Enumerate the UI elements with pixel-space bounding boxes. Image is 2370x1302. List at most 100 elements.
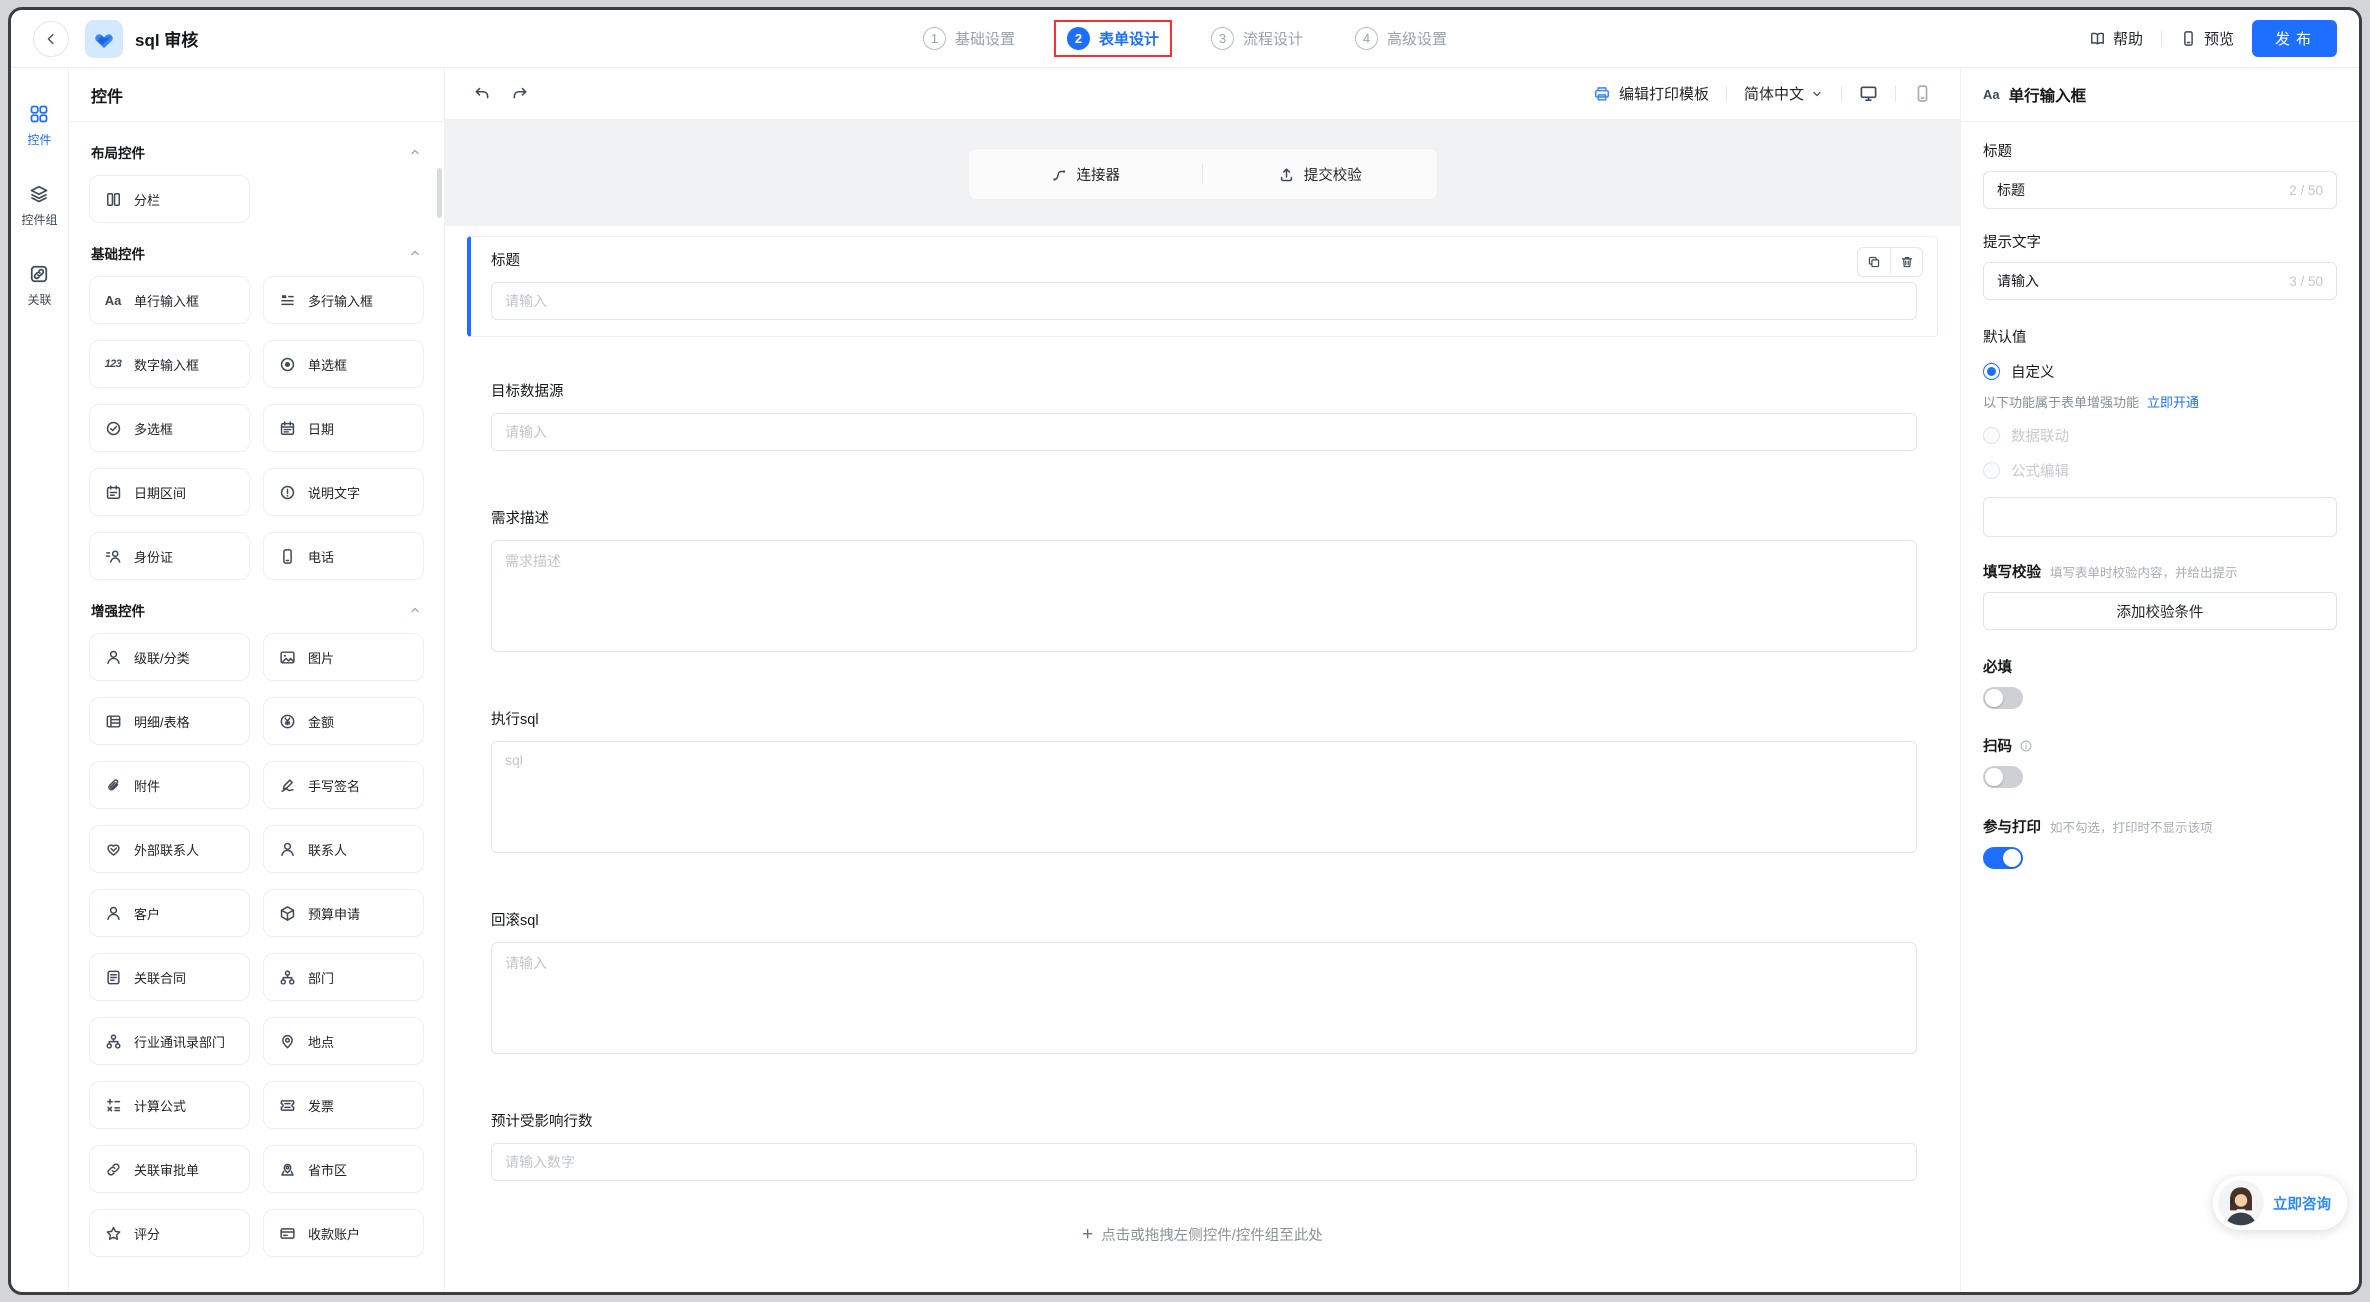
palette-item[interactable]: 多选框 bbox=[89, 404, 250, 452]
palette-item[interactable]: 关联审批单 bbox=[89, 1145, 250, 1193]
mobile-view-icon[interactable] bbox=[1913, 84, 1932, 103]
palette-item[interactable]: 手写签名 bbox=[263, 761, 424, 809]
palette-item-label: 日期 bbox=[308, 419, 334, 438]
radio-custom[interactable]: 自定义 bbox=[1983, 361, 2337, 382]
palette-item[interactable]: 日期区间 bbox=[89, 468, 250, 516]
text-aa-icon: Aa bbox=[103, 293, 123, 308]
palette-item[interactable]: 计算公式 bbox=[89, 1081, 250, 1129]
step-3[interactable]: 3 流程设计 bbox=[1198, 20, 1316, 57]
placeholder: 请输入 bbox=[505, 422, 547, 442]
palette-item[interactable]: 说明文字 bbox=[263, 468, 424, 516]
palette-item[interactable]: 地点 bbox=[263, 1017, 424, 1065]
chevron-up-icon[interactable] bbox=[408, 246, 422, 260]
form-field[interactable]: 执行sql sql bbox=[467, 695, 1938, 870]
undo-icon[interactable] bbox=[473, 85, 491, 103]
step-1[interactable]: 1 基础设置 bbox=[910, 20, 1028, 57]
field-input[interactable]: 请输入 bbox=[491, 282, 1917, 320]
step-4[interactable]: 4 高级设置 bbox=[1342, 20, 1460, 57]
palette-item[interactable]: 身份证 bbox=[89, 532, 250, 580]
palette-item[interactable]: 关联合同 bbox=[89, 953, 250, 1001]
palette-item-label: 行业通讯录部门 bbox=[134, 1032, 225, 1051]
palette-item[interactable]: 发票 bbox=[263, 1081, 424, 1129]
divider bbox=[2161, 30, 2162, 47]
palette-item[interactable]: 客户 bbox=[89, 889, 250, 937]
radio-disabled-icon bbox=[1983, 462, 2000, 479]
palette-item[interactable]: 评分 bbox=[89, 1209, 250, 1257]
org-icon bbox=[103, 1033, 123, 1050]
palette-item[interactable]: 分栏 bbox=[89, 175, 250, 223]
contract-icon bbox=[103, 969, 123, 986]
form-field[interactable]: 目标数据源 请输入 bbox=[467, 367, 1938, 468]
palette-section-title: 基础控件 bbox=[91, 243, 422, 263]
palette-item[interactable]: 图片 bbox=[263, 633, 424, 681]
print-toggle[interactable] bbox=[1983, 847, 2023, 869]
submit-validation-button[interactable]: 提交校验 bbox=[1203, 164, 1437, 185]
publish-button[interactable]: 发布 bbox=[2252, 20, 2337, 57]
connector-button[interactable]: 连接器 bbox=[969, 164, 1203, 185]
palette-item[interactable]: 行业通讯录部门 bbox=[89, 1017, 250, 1065]
desktop-view-icon[interactable] bbox=[1859, 84, 1878, 103]
form-field[interactable]: 预计受影响行数 请输入数字 bbox=[467, 1097, 1938, 1198]
scan-toggle[interactable] bbox=[1983, 766, 2023, 788]
field-input[interactable]: 请输入 bbox=[491, 413, 1917, 451]
palette-section-title: 增强控件 bbox=[91, 600, 422, 620]
palette-item[interactable]: 省市区 bbox=[263, 1145, 424, 1193]
palette-item[interactable]: 收款账户 bbox=[263, 1209, 424, 1257]
step-2[interactable]: 2 表单设计 bbox=[1054, 20, 1172, 57]
redo-icon[interactable] bbox=[511, 85, 529, 103]
scrollbar-thumb[interactable] bbox=[437, 168, 442, 218]
palette-section: 增强控件 级联/分类 图片 明细/表格 金额 附件 手写签名 bbox=[89, 600, 424, 1257]
field-input[interactable]: 请输入数字 bbox=[491, 1143, 1917, 1181]
language-select[interactable]: 简体中文 bbox=[1744, 83, 1824, 104]
help-button[interactable]: 帮助 bbox=[2089, 28, 2143, 49]
rail-tab-link-square[interactable]: 关联 bbox=[27, 264, 51, 308]
add-validation-button[interactable]: 添加校验条件 bbox=[1983, 592, 2337, 630]
radio-data-link[interactable]: 数据联动 bbox=[1983, 425, 2337, 446]
default-value-input[interactable] bbox=[1983, 497, 2337, 537]
field-textarea[interactable]: 请输入 bbox=[491, 942, 1917, 1054]
back-button[interactable] bbox=[33, 21, 69, 57]
form-field[interactable]: 需求描述 需求描述 bbox=[467, 494, 1938, 669]
hint-input[interactable]: 请输入 3 / 50 bbox=[1983, 262, 2337, 300]
palette-item[interactable]: 明细/表格 bbox=[89, 697, 250, 745]
edit-print-template-button[interactable]: 编辑打印模板 bbox=[1593, 83, 1709, 104]
palette-item[interactable]: 联系人 bbox=[263, 825, 424, 873]
palette-item[interactable]: 金额 bbox=[263, 697, 424, 745]
upgrade-link[interactable]: 立即开通 bbox=[2147, 395, 2199, 410]
step-label: 流程设计 bbox=[1243, 28, 1303, 49]
palette-item[interactable]: 单选框 bbox=[263, 340, 424, 388]
palette-item[interactable]: 附件 bbox=[89, 761, 250, 809]
char-count: 2 / 50 bbox=[2289, 183, 2323, 198]
palette-item[interactable]: 级联/分类 bbox=[89, 633, 250, 681]
field-textarea[interactable]: 需求描述 bbox=[491, 540, 1917, 652]
canvas-toolbar-right: 编辑打印模板 简体中文 bbox=[1593, 83, 1932, 104]
form-field[interactable]: 标题 请输入 bbox=[467, 236, 1938, 337]
preview-button[interactable]: 预览 bbox=[2180, 28, 2234, 49]
radio-formula-edit[interactable]: 公式编辑 bbox=[1983, 460, 2337, 481]
palette-item[interactable]: 多行输入框 bbox=[263, 276, 424, 324]
step-label: 高级设置 bbox=[1387, 28, 1447, 49]
rail-tab-grid[interactable]: 控件 bbox=[27, 104, 51, 148]
chevron-up-icon[interactable] bbox=[408, 603, 422, 617]
trash-icon[interactable] bbox=[1890, 248, 1922, 276]
info-icon[interactable] bbox=[2019, 739, 2033, 753]
palette-item[interactable]: 日期 bbox=[263, 404, 424, 452]
palette-item[interactable]: 预算申请 bbox=[263, 889, 424, 937]
consult-widget[interactable]: 立即咨询 bbox=[2213, 1176, 2347, 1230]
rail-tab-layers[interactable]: 控件组 bbox=[21, 184, 57, 228]
palette-item[interactable]: 电话 bbox=[263, 532, 424, 580]
palette-item[interactable]: Aa 单行输入框 bbox=[89, 276, 250, 324]
form-field[interactable]: 回滚sql 请输入 bbox=[467, 896, 1938, 1071]
placeholder: 请输入数字 bbox=[505, 1152, 575, 1172]
required-toggle[interactable] bbox=[1983, 687, 2023, 709]
placeholder: 需求描述 bbox=[505, 551, 561, 571]
canvas-quick-actions: 连接器 提交校验 bbox=[968, 148, 1438, 200]
copy-icon[interactable] bbox=[1858, 248, 1890, 276]
field-textarea[interactable]: sql bbox=[491, 741, 1917, 853]
title-input[interactable]: 标题 2 / 50 bbox=[1983, 171, 2337, 209]
chevron-up-icon[interactable] bbox=[408, 145, 422, 159]
palette-item[interactable]: 部门 bbox=[263, 953, 424, 1001]
palette-item[interactable]: 外部联系人 bbox=[89, 825, 250, 873]
map-pin-icon bbox=[277, 1161, 297, 1178]
palette-item[interactable]: 123 数字输入框 bbox=[89, 340, 250, 388]
